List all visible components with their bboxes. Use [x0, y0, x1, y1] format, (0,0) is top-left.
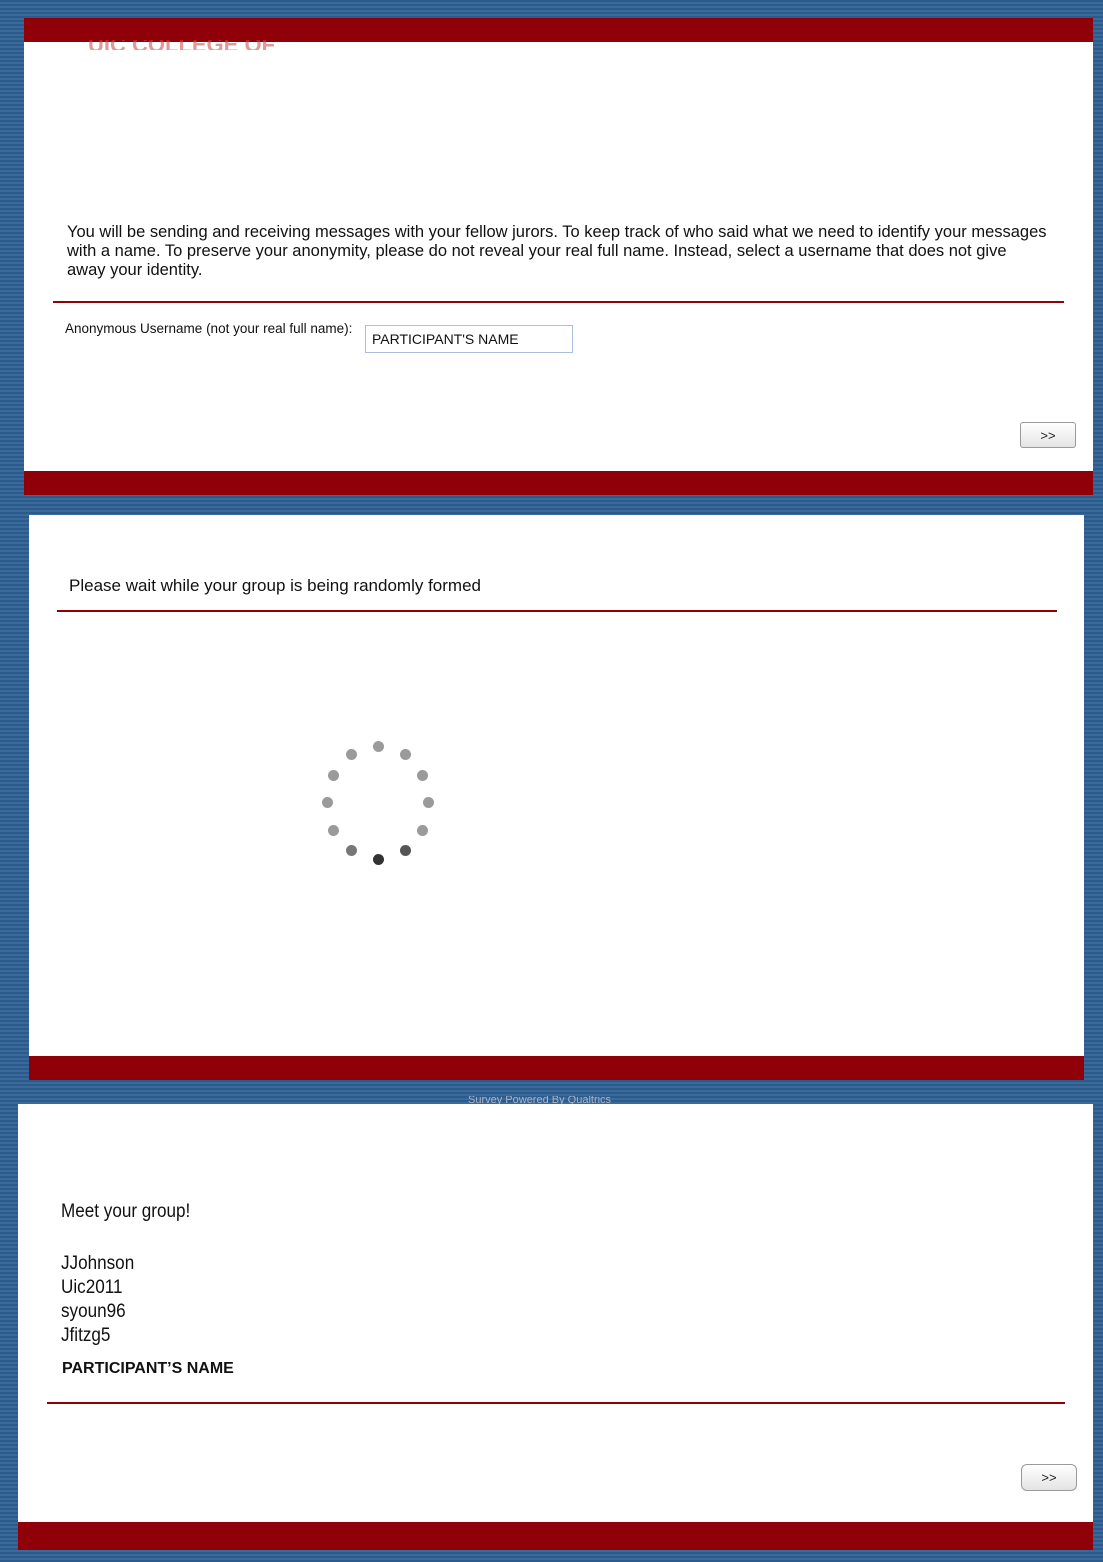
screen-waiting: Please wait while your group is being ra… — [29, 515, 1084, 1080]
next-button[interactable]: >> — [1021, 1464, 1077, 1491]
powered-by-footer: Survey Powered By Qualtrics — [468, 1096, 612, 1104]
footer-bar — [18, 1522, 1093, 1550]
group-heading: Meet your group! — [61, 1201, 191, 1222]
screen-username: UIC COLLEGE OF You will be sending and r… — [24, 18, 1093, 495]
wait-message: Please wait while your group is being ra… — [69, 576, 481, 595]
username-input[interactable] — [365, 325, 573, 353]
divider — [53, 301, 1064, 303]
member-list: JJohnson Uic2011 syoun96 Jfitzg5 — [61, 1252, 134, 1348]
divider — [47, 1402, 1065, 1404]
footer-bar — [24, 471, 1093, 495]
member-name: JJohnson — [61, 1253, 135, 1274]
member-name: Uic2011 — [61, 1277, 123, 1298]
header-logo: UIC COLLEGE OF — [88, 40, 275, 50]
member-name: syoun96 — [61, 1301, 126, 1322]
screen-meet-group: Meet your group! JJohnson Uic2011 syoun9… — [18, 1104, 1093, 1550]
instructions-text: You will be sending and receiving messag… — [67, 223, 1047, 279]
member-name: Jfitzg5 — [61, 1325, 111, 1346]
header-bar — [24, 18, 1093, 42]
username-label: Anonymous Username (not your real full n… — [65, 321, 353, 336]
next-button[interactable]: >> — [1020, 422, 1076, 448]
footer-bar — [29, 1056, 1084, 1080]
divider — [57, 610, 1057, 612]
loading-spinner-icon — [319, 737, 439, 867]
participant-name: PARTICIPANT’S NAME — [62, 1360, 234, 1377]
